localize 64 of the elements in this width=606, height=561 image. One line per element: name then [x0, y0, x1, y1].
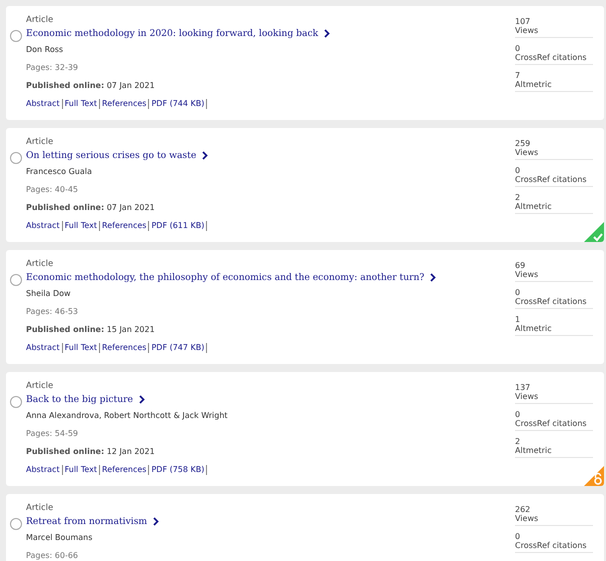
select-radio[interactable]	[10, 274, 22, 286]
metric-stat: 2 Altmetric	[515, 193, 593, 214]
article-link[interactable]: Abstract	[26, 99, 63, 109]
article-pages: Pages: 60-66	[26, 550, 80, 561]
article-link[interactable]: References	[100, 465, 150, 475]
article-link[interactable]: PDF (747 KB)	[149, 343, 208, 353]
article-title-link[interactable]: Economic methodology in 2020: looking forward, looking back	[26, 26, 330, 41]
article-link[interactable]: Abstract	[26, 465, 63, 475]
article-authors: Don Ross	[26, 44, 64, 56]
chevron-icon	[324, 29, 330, 38]
article-link[interactable]: PDF (611 KB)	[149, 221, 208, 231]
metric-stat: 137 Views	[515, 383, 593, 404]
metric-stat: 0 CrossRef citations	[515, 532, 593, 553]
article-authors: Sheila Dow	[26, 288, 72, 300]
article-link[interactable]: Full Text	[62, 343, 100, 353]
chevron-icon	[430, 273, 436, 282]
article-pages: Pages: 32-39	[26, 62, 80, 74]
chevron-icon	[153, 517, 160, 526]
article-link[interactable]: PDF (758 KB)	[149, 465, 208, 475]
article-pages: Pages: 40-45	[26, 184, 80, 196]
article-title-link[interactable]: Back to the big picture	[26, 392, 228, 407]
article-authors: Anna Alexandrova, Robert Northcott & Jack Wright	[26, 410, 228, 422]
published-date: Published online: 07 Jan 2021	[26, 202, 156, 214]
article-link[interactable]: Full Text	[62, 99, 100, 109]
metric-stat: 1 Altmetric	[515, 315, 593, 336]
article-type: Article	[26, 137, 54, 148]
chevron-icon	[202, 151, 208, 160]
metric-stat: 7 Altmetric	[515, 71, 593, 92]
article-type: Article	[26, 381, 54, 392]
article-authors: Marcel Boumans	[26, 532, 94, 544]
published-date: Published online: 12 Jan 2021	[26, 446, 156, 458]
metric-stat: 107 Views	[515, 17, 593, 38]
article-link[interactable]: PDF (744 KB)	[149, 99, 208, 109]
select-radio[interactable]	[10, 518, 22, 530]
select-radio[interactable]	[10, 152, 22, 164]
metric-stat: 2 Altmetric	[515, 437, 593, 458]
published-date: Published online: 15 Jan 2021	[26, 324, 156, 336]
metric-stat: 0 CrossRef citations	[515, 44, 593, 65]
article-link[interactable]: Abstract	[26, 221, 63, 231]
metric-stat: 262 Views	[515, 505, 593, 526]
metric-stat: 0 CrossRef citations	[515, 410, 593, 431]
article-title-link[interactable]: Economic methodology, the philosophy of economics and the economy: another turn?	[26, 270, 436, 285]
article-pages: Pages: 46-53	[26, 306, 80, 318]
article-title-link[interactable]: Retreat from normativism	[26, 514, 160, 529]
article-link[interactable]: References	[100, 99, 150, 109]
select-radio[interactable]	[10, 30, 22, 42]
article-link[interactable]: References	[100, 343, 150, 353]
article-type: Article	[26, 503, 54, 514]
article-type: Article	[26, 259, 54, 270]
published-date: Published online: 07 Jan 2021	[26, 80, 156, 92]
article-pages: Pages: 54-59	[26, 428, 80, 440]
metric-stat: 259 Views	[515, 139, 593, 160]
metric-stat: 0 CrossRef citations	[515, 288, 593, 309]
chevron-icon	[139, 395, 145, 404]
metric-stat: 0 CrossRef citations	[515, 166, 593, 187]
article-link[interactable]: Full Text	[62, 221, 100, 231]
article-title-link[interactable]: On letting serious crises go to waste	[26, 148, 208, 163]
article-link[interactable]: References	[100, 221, 150, 231]
article-authors: Francesco Guala	[26, 166, 93, 178]
article-link[interactable]: Full Text	[62, 465, 100, 475]
metric-stat: 69 Views	[515, 261, 593, 282]
article-link[interactable]: Abstract	[26, 343, 63, 353]
select-radio[interactable]	[10, 396, 22, 408]
article-type: Article	[26, 15, 54, 26]
